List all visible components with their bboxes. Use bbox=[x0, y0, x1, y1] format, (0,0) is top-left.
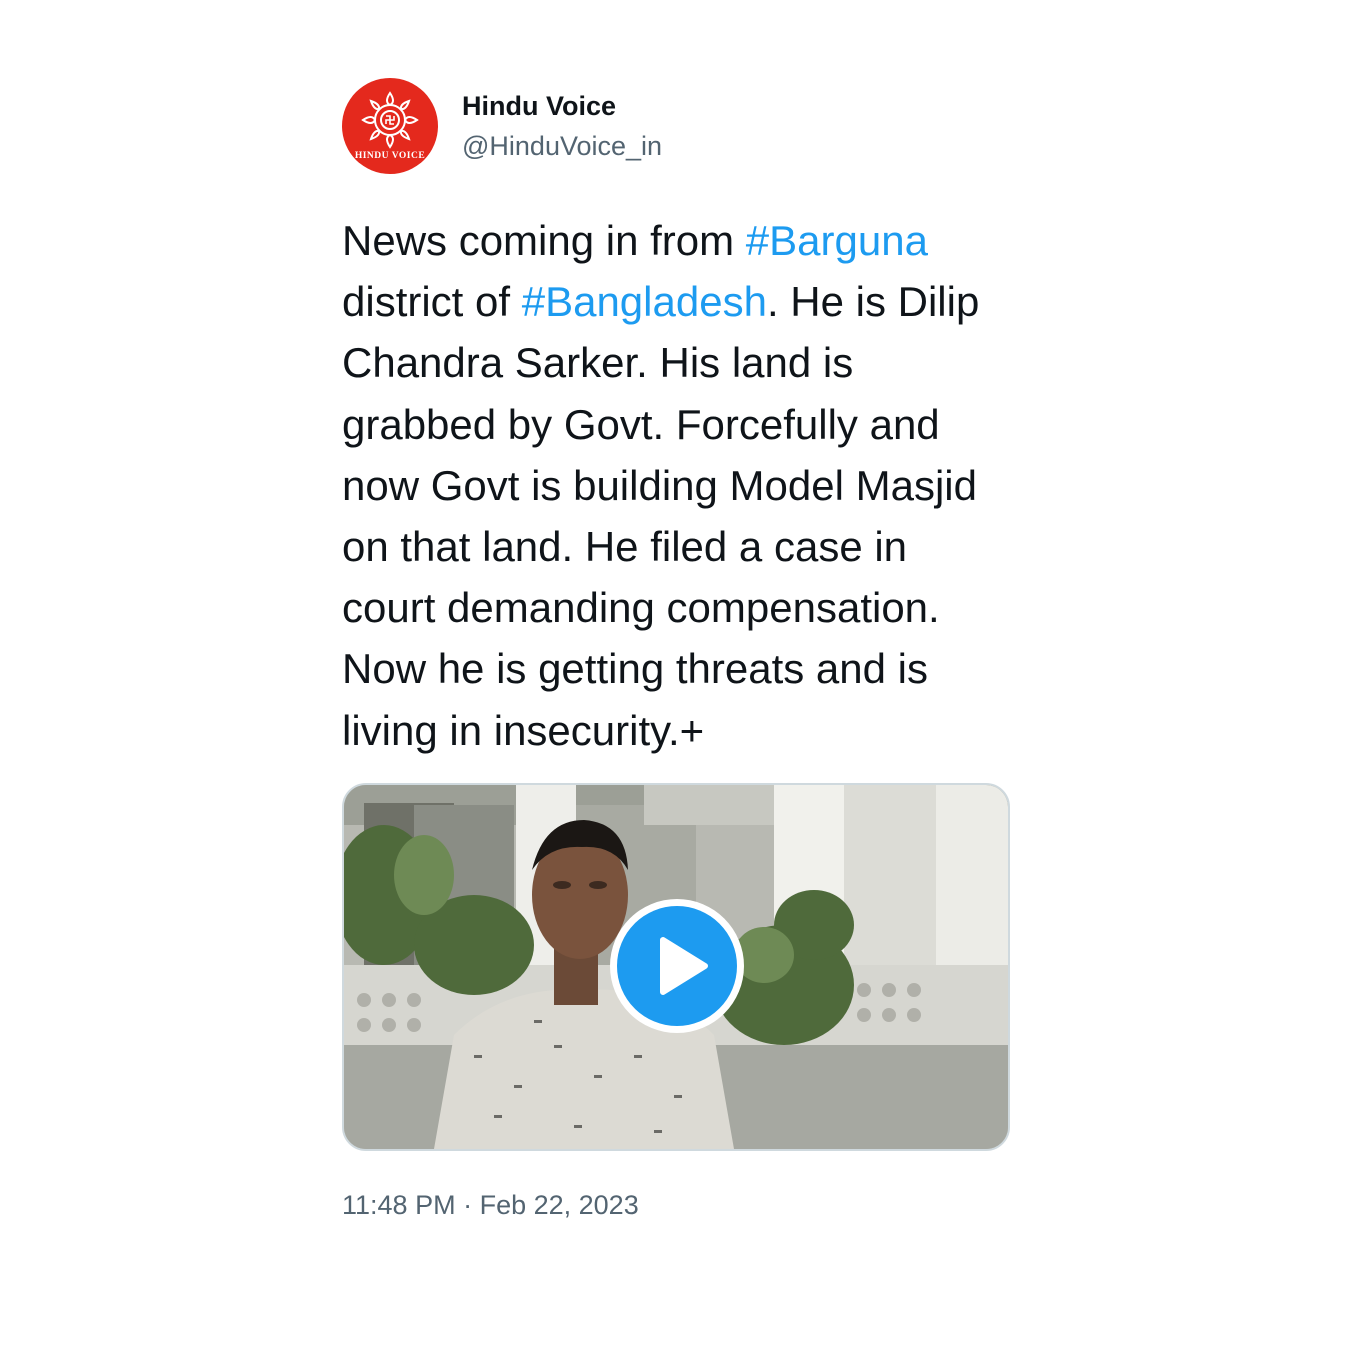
tweet-text: News coming in from #Barguna district of… bbox=[342, 210, 1010, 761]
hashtag-link[interactable]: #Bangladesh bbox=[522, 278, 767, 325]
timestamp-time: 11:48 PM bbox=[342, 1189, 456, 1220]
tweet-header: HINDU VOICE Hindu Voice @HinduVoice_in bbox=[342, 78, 1010, 174]
avatar-logo-text: HINDU VOICE bbox=[354, 151, 426, 161]
tweet-timestamp[interactable]: 11:48 PM · Feb 22, 2023 bbox=[342, 1187, 1010, 1223]
hashtag-link[interactable]: #Barguna bbox=[746, 217, 928, 264]
timestamp-separator: · bbox=[455, 1189, 480, 1220]
play-button-circle bbox=[617, 905, 737, 1026]
timestamp-date: Feb 22, 2023 bbox=[479, 1189, 639, 1220]
tweet-card: HINDU VOICE Hindu Voice @HinduVoice_in N… bbox=[342, 78, 1010, 1223]
tweet-text-part: News coming in from bbox=[342, 217, 746, 264]
play-button[interactable] bbox=[610, 898, 744, 1033]
play-icon bbox=[660, 936, 708, 995]
tweet-text-part: district of bbox=[342, 278, 522, 326]
author-display-name[interactable]: Hindu Voice bbox=[462, 88, 662, 124]
author-names: Hindu Voice @HinduVoice_in bbox=[462, 88, 662, 164]
avatar[interactable]: HINDU VOICE bbox=[342, 78, 438, 174]
author-handle[interactable]: @HinduVoice_in bbox=[462, 128, 662, 164]
video-player[interactable] bbox=[342, 782, 1010, 1151]
tweet-text-part: . He is Dilip Chandra Sarker. His land i… bbox=[342, 278, 980, 754]
